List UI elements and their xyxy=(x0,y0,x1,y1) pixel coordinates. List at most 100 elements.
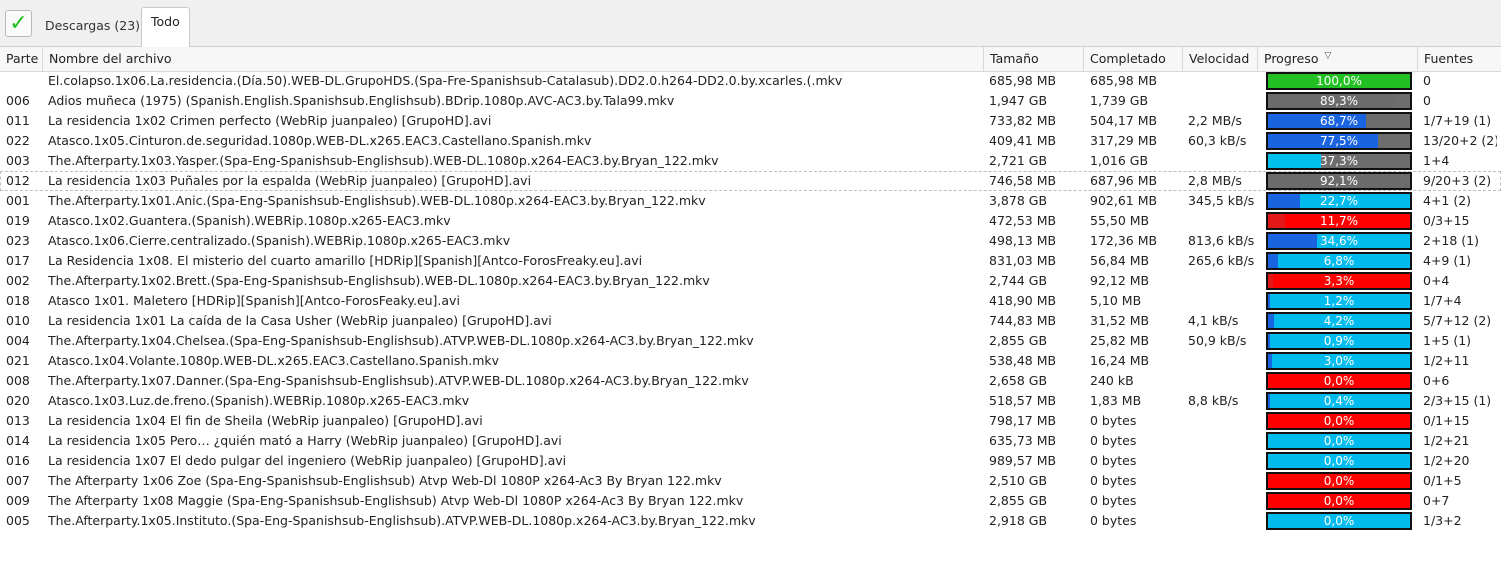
part-number: 007 xyxy=(6,473,30,488)
completed-size: 16,24 MB xyxy=(1090,353,1150,368)
table-row[interactable]: 001 The.Afterparty.1x01.Anic.(Spa-Eng-Spa… xyxy=(0,191,1501,211)
table-row[interactable]: 022 Atasco.1x05.Cinturon.de.seguridad.108… xyxy=(0,131,1501,151)
toolbar: ✓ Descargas (23) Todo xyxy=(0,0,1501,47)
table-row[interactable]: 002 The.Afterparty.1x02.Brett.(Spa-Eng-Sp… xyxy=(0,271,1501,291)
progress-label: 0,0% xyxy=(1323,494,1355,508)
file-name: Atasco.1x02.Guantera.(Spanish).WEBRip.10… xyxy=(48,213,451,228)
table-row[interactable]: 006 Adios muñeca (1975) (Spanish.English.… xyxy=(0,91,1501,111)
file-name: Atasco.1x06.Cierre.centralizado.(Spanish… xyxy=(48,233,511,248)
progress-bar: 100,0% xyxy=(1266,72,1412,90)
progress-bar-track: 4,2% xyxy=(1266,312,1412,330)
sources-count: 1+4 xyxy=(1423,153,1450,168)
progress-bar-track: 0,4% xyxy=(1266,392,1412,410)
table-row[interactable]: 012 La residencia 1x03 Puñales por la esp… xyxy=(0,171,1501,191)
download-speed: 4,1 kB/s xyxy=(1188,313,1239,328)
tab-downloads[interactable]: Descargas (23) xyxy=(38,12,147,40)
progress-bar-track: 11,7% xyxy=(1266,212,1412,230)
progress-label: 0,9% xyxy=(1323,334,1355,348)
table-row[interactable]: 017 La Residencia 1x08. El misterio del c… xyxy=(0,251,1501,271)
table-row[interactable]: 021 Atasco.1x04.Volante.1080p.WEB-DL.x265… xyxy=(0,351,1501,371)
tab-all[interactable]: Todo xyxy=(141,7,190,47)
file-size: 409,41 MB xyxy=(989,133,1057,148)
progress-bar: 6,8% xyxy=(1266,252,1412,270)
column-header-progress[interactable]: Progreso ▽ xyxy=(1258,47,1418,71)
table-row[interactable]: 023 Atasco.1x06.Cierre.centralizado.(Span… xyxy=(0,231,1501,251)
progress-bar-track: 100,0% xyxy=(1266,72,1412,90)
file-name: El.colapso.1x06.La.residencia.(Día.50).W… xyxy=(48,73,843,88)
download-speed xyxy=(1188,371,1258,391)
sources-count: 0+7 xyxy=(1423,493,1450,508)
table-row[interactable]: 018 Atasco 1x01. Maletero [HDRip][Spanish… xyxy=(0,291,1501,311)
sources-count: 1/7+19 (1) xyxy=(1423,113,1492,128)
column-header-name[interactable]: Nombre del archivo xyxy=(43,47,984,71)
sources-count: 1/7+4 xyxy=(1423,293,1462,308)
table-row[interactable]: 020 Atasco.1x03.Luz.de.freno.(Spanish).WE… xyxy=(0,391,1501,411)
table-row[interactable]: 005 The.Afterparty.1x05.Instituto.(Spa-En… xyxy=(0,511,1501,531)
sources-count: 0+6 xyxy=(1423,373,1450,388)
file-name: La residencia 1x04 El fin de Sheila (Web… xyxy=(48,413,483,428)
table-row[interactable]: 004 The.Afterparty.1x04.Chelsea.(Spa-Eng-… xyxy=(0,331,1501,351)
sources-count: 2/3+15 (1) xyxy=(1423,393,1492,408)
completed-size: 0 bytes xyxy=(1090,433,1137,448)
sources-count: 0/3+15 xyxy=(1423,213,1470,228)
part-number: 011 xyxy=(6,113,30,128)
sources-count: 0 xyxy=(1423,93,1431,108)
progress-bar: 68,7% xyxy=(1266,112,1412,130)
column-header-speed[interactable]: Velocidad xyxy=(1183,47,1258,71)
file-name: The.Afterparty.1x03.Yasper.(Spa-Eng-Span… xyxy=(48,153,719,168)
sources-count: 0+4 xyxy=(1423,273,1450,288)
table-row[interactable]: 008 The.Afterparty.1x07.Danner.(Spa-Eng-S… xyxy=(0,371,1501,391)
completed-size: 92,12 MB xyxy=(1090,273,1150,288)
table-row[interactable]: 016 La residencia 1x07 El dedo pulgar del… xyxy=(0,451,1501,471)
progress-bar: 0,0% xyxy=(1266,492,1412,510)
progress-bar: 89,3% xyxy=(1266,92,1412,110)
sources-count: 1/3+2 xyxy=(1423,513,1462,528)
file-name: The.Afterparty.1x07.Danner.(Spa-Eng-Span… xyxy=(48,373,749,388)
progress-label: 3,0% xyxy=(1323,354,1355,368)
file-size: 798,17 MB xyxy=(989,413,1057,428)
progress-bar: 3,0% xyxy=(1266,352,1412,370)
column-header-size[interactable]: Tamaño xyxy=(984,47,1084,71)
file-name: The.Afterparty.1x02.Brett.(Spa-Eng-Spani… xyxy=(48,273,710,288)
download-speed: 50,9 kB/s xyxy=(1188,333,1247,348)
file-name: La residencia 1x02 Crimen perfecto (WebR… xyxy=(48,113,492,128)
sources-count: 0 xyxy=(1423,73,1431,88)
part-number: 005 xyxy=(6,513,30,528)
part-number: 014 xyxy=(6,433,30,448)
checkmark-icon[interactable]: ✓ xyxy=(5,10,32,37)
download-speed: 345,5 kB/s xyxy=(1188,193,1255,208)
column-header-sources[interactable]: Fuentes xyxy=(1418,47,1501,71)
progress-label: 6,8% xyxy=(1323,254,1355,268)
progress-label: 11,7% xyxy=(1319,214,1359,228)
completed-size: 902,61 MB xyxy=(1090,193,1158,208)
completed-size: 172,36 MB xyxy=(1090,233,1158,248)
file-size: 685,98 MB xyxy=(989,73,1057,88)
table-row[interactable]: 014 La residencia 1x05 Pero… ¿quién mató … xyxy=(0,431,1501,451)
download-speed xyxy=(1188,351,1258,371)
progress-bar-track: 0,0% xyxy=(1266,372,1412,390)
file-size: 989,57 MB xyxy=(989,453,1057,468)
table-row[interactable]: 007 The Afterparty 1x06 Zoe (Spa-Eng-Span… xyxy=(0,471,1501,491)
table-row[interactable]: 003 The.Afterparty.1x03.Yasper.(Spa-Eng-S… xyxy=(0,151,1501,171)
table-row[interactable]: 019 Atasco.1x02.Guantera.(Spanish).WEBRip… xyxy=(0,211,1501,231)
sources-count: 5/7+12 (2) xyxy=(1423,313,1492,328)
file-size: 733,82 MB xyxy=(989,113,1057,128)
column-header-part[interactable]: Parte xyxy=(0,47,43,71)
table-row[interactable]: 009 The Afterparty 1x08 Maggie (Spa-Eng-S… xyxy=(0,491,1501,511)
part-number: 022 xyxy=(6,133,30,148)
table-row[interactable]: 011 La residencia 1x02 Crimen perfecto (W… xyxy=(0,111,1501,131)
progress-label: 0,0% xyxy=(1323,514,1355,528)
column-header-completed[interactable]: Completado xyxy=(1084,47,1183,71)
progress-label: 0,0% xyxy=(1323,374,1355,388)
part-number: 002 xyxy=(6,273,30,288)
part-number: 017 xyxy=(6,253,30,268)
table-row[interactable]: 013 La residencia 1x04 El fin de Sheila (… xyxy=(0,411,1501,431)
table-row[interactable]: El.colapso.1x06.La.residencia.(Día.50).W… xyxy=(0,71,1501,91)
progress-bar-track: 22,7% xyxy=(1266,192,1412,210)
progress-label: 0,0% xyxy=(1323,414,1355,428)
part-number: 003 xyxy=(6,153,30,168)
completed-size: 240 kB xyxy=(1090,373,1134,388)
part-number: 012 xyxy=(6,173,30,188)
file-size: 2,855 GB xyxy=(989,333,1048,348)
table-row[interactable]: 010 La residencia 1x01 La caída de la Cas… xyxy=(0,311,1501,331)
